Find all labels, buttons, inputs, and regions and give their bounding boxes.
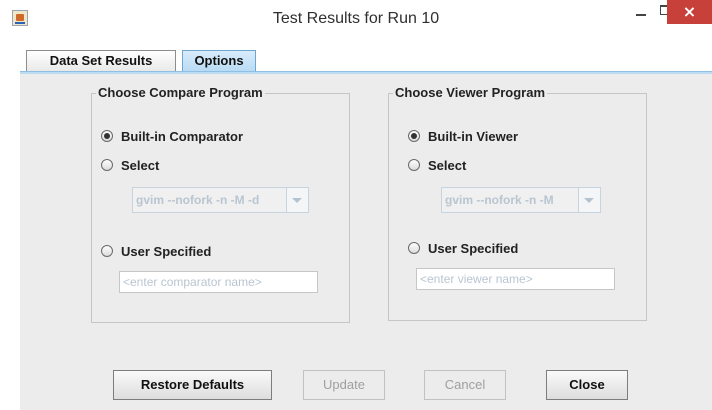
viewer-group-legend: Choose Viewer Program [393, 85, 548, 100]
cancel-button[interactable]: Cancel [424, 370, 506, 400]
combo-arrow-button[interactable] [286, 188, 308, 212]
radio-button[interactable] [101, 245, 113, 257]
radio-button[interactable] [101, 159, 113, 171]
radio-builtin-comparator[interactable]: Built-in Comparator [101, 129, 281, 147]
chevron-down-icon [584, 198, 594, 203]
viewer-name-field[interactable] [416, 268, 615, 290]
radio-button-checked[interactable] [408, 130, 420, 142]
radio-label: Select [121, 158, 160, 173]
comparator-select-dropdown[interactable]: gvim --nofork -n -M -d [132, 187, 309, 213]
update-button[interactable]: Update [303, 370, 385, 400]
close-button[interactable]: Close [546, 370, 628, 400]
tab-strip: Data Set Results Options [20, 50, 712, 72]
combo-arrow-button[interactable] [578, 188, 600, 212]
title-bar: Test Results for Run 10 × [0, 0, 712, 38]
compare-program-group: Choose Compare Program Built-in Comparat… [91, 85, 350, 323]
viewer-name-input[interactable] [417, 269, 614, 289]
compare-group-legend: Choose Compare Program [96, 85, 265, 100]
window-title: Test Results for Run 10 [272, 10, 440, 27]
radio-label: Built-in Viewer [428, 129, 519, 144]
radio-select-viewer[interactable]: Select [408, 158, 508, 176]
tab-data-set-results[interactable]: Data Set Results [26, 50, 176, 71]
radio-user-specified-viewer[interactable]: User Specified [408, 241, 548, 259]
radio-button[interactable] [408, 242, 420, 254]
radio-label: User Specified [121, 244, 212, 259]
close-window-button[interactable]: × [667, 0, 712, 24]
radio-label: Built-in Comparator [121, 129, 244, 144]
restore-defaults-button[interactable]: Restore Defaults [113, 370, 272, 400]
radio-user-specified-comparator[interactable]: User Specified [101, 244, 241, 262]
viewer-select-dropdown[interactable]: gvim --nofork -n -M [441, 187, 601, 213]
options-panel: Choose Compare Program Built-in Comparat… [20, 74, 712, 410]
viewer-program-group: Choose Viewer Program Built-in Viewer Se… [388, 85, 647, 321]
tab-options[interactable]: Options [182, 50, 256, 71]
radio-button-checked[interactable] [101, 130, 113, 142]
comparator-name-field[interactable] [119, 271, 318, 293]
minimize-button[interactable] [629, 0, 654, 24]
radio-label: User Specified [428, 241, 519, 256]
radio-button[interactable] [408, 159, 420, 171]
radio-label: Select [428, 158, 467, 173]
radio-builtin-viewer[interactable]: Built-in Viewer [408, 129, 558, 147]
radio-select-comparator[interactable]: Select [101, 158, 201, 176]
chevron-down-icon [292, 198, 302, 203]
comparator-name-input[interactable] [120, 272, 317, 292]
close-icon: × [682, 2, 697, 21]
combo-value: gvim --nofork -n -M -d [136, 193, 260, 207]
combo-value: gvim --nofork -n -M [445, 193, 554, 207]
